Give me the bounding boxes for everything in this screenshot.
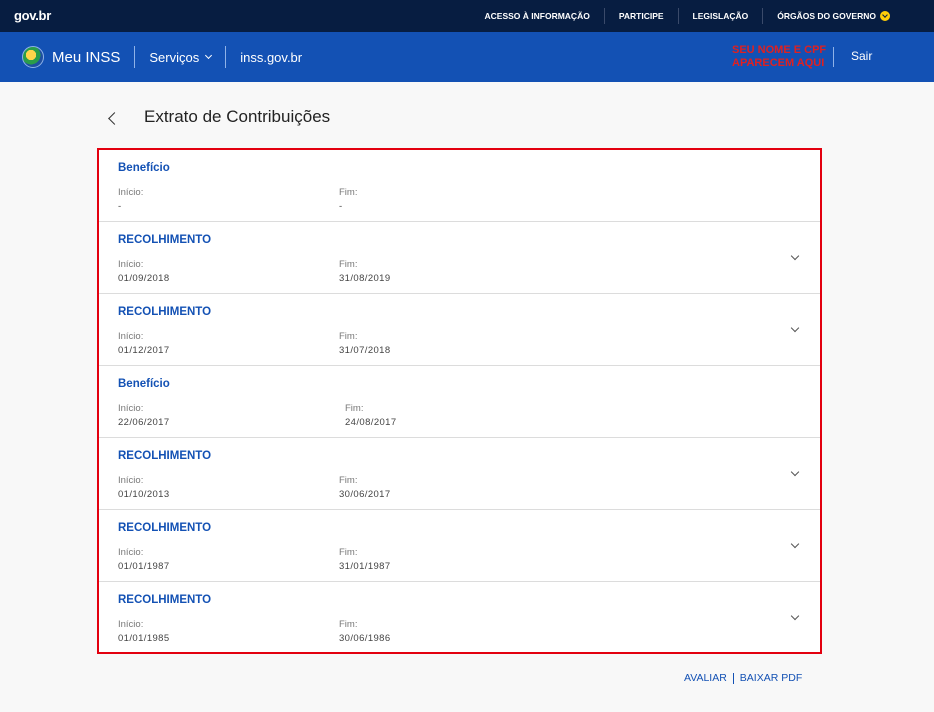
end-label: Fim: bbox=[339, 187, 358, 198]
end-label: Fim: bbox=[339, 475, 358, 486]
gov-top-links: ACESSO À INFORMAÇÃO PARTICIPE LEGISLAÇÃO… bbox=[471, 0, 904, 32]
start-date: 01/10/2013 bbox=[118, 489, 170, 500]
end-date: - bbox=[339, 201, 343, 212]
link-participe[interactable]: PARTICIPE bbox=[603, 8, 678, 24]
user-info-line2: APARECEM AQUI bbox=[732, 57, 825, 69]
entry-type: RECOLHIMENTO bbox=[118, 522, 212, 534]
chevron-down-icon[interactable] bbox=[789, 612, 801, 624]
inss-site-link[interactable]: inss.gov.br bbox=[240, 50, 302, 65]
entry-type: Benefício bbox=[118, 378, 170, 390]
chevron-down-icon[interactable] bbox=[789, 324, 801, 336]
footer-actions: AVALIAR BAIXAR PDF bbox=[684, 672, 802, 684]
divider bbox=[225, 46, 227, 68]
entry-type: RECOLHIMENTO bbox=[118, 450, 212, 462]
list-item[interactable]: RECOLHIMENTO Início: 01/01/1987 Fim: 31/… bbox=[99, 510, 820, 582]
gov-top-bar: gov.br ACESSO À INFORMAÇÃO PARTICIPE LEG… bbox=[0, 0, 934, 32]
divider bbox=[732, 672, 734, 684]
app-header: Meu INSS Serviços inss.gov.br SEU NOME E… bbox=[0, 32, 934, 82]
divider bbox=[134, 46, 136, 68]
end-date: 30/06/1986 bbox=[339, 633, 391, 644]
start-label: Início: bbox=[118, 475, 144, 486]
chevron-down-icon bbox=[880, 11, 890, 21]
start-date: 01/09/2018 bbox=[118, 273, 170, 284]
list-item: Benefício Início: 22/06/2017 Fim: 24/08/… bbox=[99, 366, 820, 438]
end-date: 31/08/2019 bbox=[339, 273, 391, 284]
end-date: 30/06/2017 bbox=[339, 489, 391, 500]
start-label: Início: bbox=[118, 403, 144, 414]
start-label: Início: bbox=[118, 259, 144, 270]
link-acesso-informacao[interactable]: ACESSO À INFORMAÇÃO bbox=[471, 8, 604, 24]
end-label: Fim: bbox=[339, 331, 358, 342]
list-item[interactable]: RECOLHIMENTO Início: 01/09/2018 Fim: 31/… bbox=[99, 222, 820, 294]
entry-type: Benefício bbox=[118, 162, 170, 174]
user-info-line1: SEU NOME E CPF bbox=[732, 44, 827, 56]
start-label: Início: bbox=[118, 547, 144, 558]
chevron-down-icon[interactable] bbox=[789, 252, 801, 264]
start-label: Início: bbox=[118, 619, 144, 630]
end-label: Fim: bbox=[339, 259, 358, 270]
page-title: Extrato de Contribuições bbox=[144, 107, 331, 126]
avaliar-link[interactable]: AVALIAR bbox=[684, 672, 727, 684]
entry-type: RECOLHIMENTO bbox=[118, 234, 212, 246]
chevron-down-icon[interactable] bbox=[789, 540, 801, 552]
link-orgaos-governo[interactable]: ÓRGÃOS DO GOVERNO bbox=[762, 8, 904, 24]
list-item[interactable]: RECOLHIMENTO Início: 01/01/1985 Fim: 30/… bbox=[99, 582, 820, 654]
chevron-down-icon[interactable] bbox=[789, 468, 801, 480]
govbr-logo[interactable]: gov.br bbox=[14, 8, 51, 23]
list-item: Benefício Início: - Fim: - bbox=[99, 150, 820, 222]
start-date: - bbox=[118, 201, 122, 212]
logout-button[interactable]: Sair bbox=[851, 49, 872, 63]
list-item[interactable]: RECOLHIMENTO Início: 01/12/2017 Fim: 31/… bbox=[99, 294, 820, 366]
start-date: 01/12/2017 bbox=[118, 345, 170, 356]
services-menu[interactable]: Serviços bbox=[149, 49, 213, 65]
header-nav: Meu INSS Serviços inss.gov.br bbox=[22, 46, 302, 68]
link-orgaos-governo-label: ÓRGÃOS DO GOVERNO bbox=[777, 11, 876, 21]
start-label: Início: bbox=[118, 187, 144, 198]
list-item[interactable]: RECOLHIMENTO Início: 01/10/2013 Fim: 30/… bbox=[99, 438, 820, 510]
start-date: 22/06/2017 bbox=[118, 417, 170, 428]
chevron-down-icon bbox=[205, 51, 213, 60]
end-label: Fim: bbox=[339, 619, 358, 630]
user-info: SEU NOME E CPF APARECEM AQUI bbox=[732, 44, 826, 70]
entry-type: RECOLHIMENTO bbox=[118, 594, 212, 606]
end-date: 31/07/2018 bbox=[339, 345, 391, 356]
start-label: Início: bbox=[118, 331, 144, 342]
start-date: 01/01/1985 bbox=[118, 633, 170, 644]
end-date: 24/08/2017 bbox=[345, 417, 397, 428]
inss-logo-icon bbox=[22, 46, 44, 68]
contributions-list: Benefício Início: - Fim: - RECOLHIMENTO … bbox=[97, 148, 822, 654]
services-menu-label: Serviços bbox=[149, 49, 200, 65]
entry-type: RECOLHIMENTO bbox=[118, 306, 212, 318]
download-pdf-link[interactable]: BAIXAR PDF bbox=[740, 672, 802, 684]
end-label: Fim: bbox=[339, 547, 358, 558]
link-legislacao[interactable]: LEGISLAÇÃO bbox=[677, 8, 763, 24]
divider bbox=[833, 47, 834, 67]
brand-link[interactable]: Meu INSS bbox=[52, 49, 120, 66]
end-date: 31/01/1987 bbox=[339, 561, 391, 572]
end-label: Fim: bbox=[345, 403, 364, 414]
back-arrow-icon[interactable] bbox=[105, 108, 121, 128]
start-date: 01/01/1987 bbox=[118, 561, 170, 572]
